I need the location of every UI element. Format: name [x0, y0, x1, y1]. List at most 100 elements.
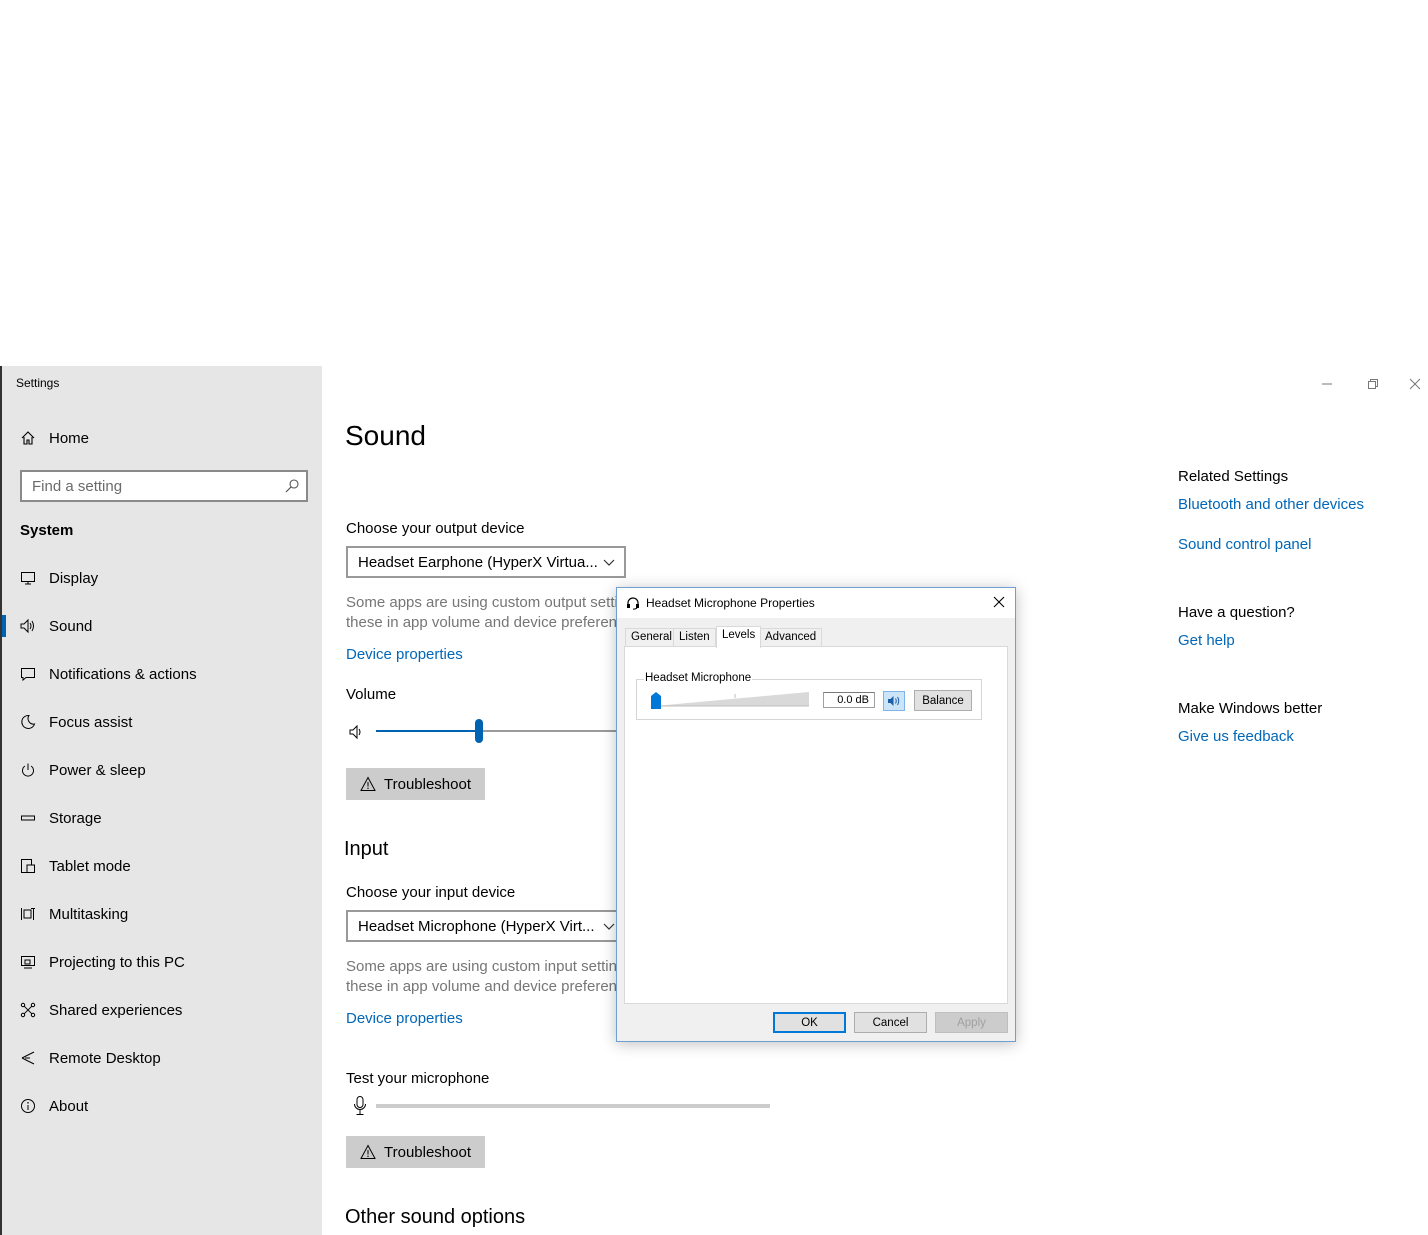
sidebar-item-notifications[interactable]: Notifications & actions [2, 654, 322, 694]
volume-speaker-icon[interactable] [348, 724, 366, 740]
output-device-label: Choose your output device [346, 520, 525, 537]
sidebar-item-label: Projecting to this PC [49, 953, 185, 971]
test-microphone-label: Test your microphone [346, 1070, 490, 1087]
home-icon [18, 428, 38, 448]
other-sound-options-heading: Other sound options [345, 1206, 526, 1228]
headset-icon [626, 596, 640, 610]
search-icon[interactable] [284, 478, 300, 494]
sidebar-item-label: Power & sleep [49, 761, 146, 779]
question-heading: Have a question? [1178, 604, 1295, 621]
sidebar-item-label: Shared experiences [49, 1001, 183, 1019]
selection-indicator [2, 615, 6, 637]
balance-button[interactable]: Balance [914, 690, 972, 711]
sidebar-item-label: Storage [49, 809, 102, 827]
volume-label: Volume [346, 686, 397, 703]
output-troubleshoot-button[interactable]: Troubleshoot [346, 768, 485, 800]
speaker-icon [18, 616, 38, 636]
microphone-icon [352, 1095, 368, 1117]
sidebar-item-multitasking[interactable]: Multitasking [2, 894, 322, 934]
sidebar-item-sound[interactable]: Sound [2, 606, 322, 646]
sidebar-item-label: About [49, 1097, 89, 1115]
sidebar-item-display[interactable]: Display [2, 558, 322, 598]
storage-icon [18, 808, 38, 828]
power-icon [18, 760, 38, 780]
shared-icon [18, 1000, 38, 1020]
related-settings-heading: Related Settings [1178, 468, 1289, 485]
sidebar: Settings Home System Display Sou [0, 366, 322, 1235]
tab-advanced[interactable]: Advanced [759, 628, 823, 647]
sidebar-item-focus-assist[interactable]: Focus assist [2, 702, 322, 742]
sidebar-item-about[interactable]: About [2, 1086, 322, 1126]
notification-icon [18, 664, 38, 684]
sidebar-item-remote-desktop[interactable]: Remote Desktop [2, 1038, 322, 1078]
tab-levels[interactable]: Levels [716, 626, 762, 648]
level-ramp [655, 692, 809, 707]
input-troubleshoot-button[interactable]: Troubleshoot [346, 1136, 485, 1168]
display-icon [18, 568, 38, 588]
sidebar-item-label: Remote Desktop [49, 1049, 161, 1067]
warning-icon [360, 776, 376, 791]
input-device-label: Choose your input device [346, 884, 516, 901]
group-label: Headset Microphone [644, 672, 753, 684]
info-icon [18, 1096, 38, 1116]
speaker-icon [888, 696, 900, 706]
get-help-link[interactable]: Get help [1178, 632, 1235, 649]
page-title: Sound [345, 420, 426, 451]
make-windows-better-heading: Make Windows better [1178, 700, 1323, 717]
dialog-title: Headset Microphone Properties [646, 596, 815, 610]
sidebar-item-label: Tablet mode [49, 857, 131, 875]
sound-control-panel-link[interactable]: Sound control panel [1178, 536, 1311, 553]
level-slider-thumb[interactable] [651, 692, 661, 709]
volume-slider-thumb[interactable] [475, 719, 483, 743]
input-device-properties-link[interactable]: Device properties [346, 1010, 463, 1027]
remote-desktop-icon [18, 1048, 38, 1068]
input-heading: Input [344, 838, 389, 860]
give-feedback-link[interactable]: Give us feedback [1178, 728, 1294, 745]
sidebar-item-label: Focus assist [49, 713, 133, 731]
chevron-down-icon [602, 556, 616, 568]
properties-dialog: Headset Microphone Properties General Li… [616, 587, 1016, 1042]
search-input[interactable] [22, 472, 272, 500]
cancel-button[interactable]: Cancel [854, 1012, 927, 1033]
dialog-titlebar[interactable]: Headset Microphone Properties [617, 588, 1015, 618]
warning-icon [360, 1144, 376, 1159]
multitasking-icon [18, 904, 38, 924]
tablet-icon [18, 856, 38, 876]
troubleshoot-label: Troubleshoot [384, 775, 471, 793]
volume-slider-fill [376, 730, 479, 732]
sidebar-item-projecting[interactable]: Projecting to this PC [2, 942, 322, 982]
sidebar-item-tablet-mode[interactable]: Tablet mode [2, 846, 322, 886]
mute-toggle-button[interactable] [883, 691, 905, 711]
input-device-dropdown[interactable]: Headset Microphone (HyperX Virt... [346, 910, 626, 942]
levels-panel: Headset Microphone 0.0 dB Balance [624, 646, 1008, 1004]
dialog-close-icon[interactable] [991, 594, 1007, 610]
sidebar-item-storage[interactable]: Storage [2, 798, 322, 838]
sidebar-item-home[interactable]: Home [2, 418, 322, 458]
section-label-system: System [20, 522, 74, 539]
input-device-value: Headset Microphone (HyperX Virt... [358, 917, 595, 935]
tab-listen[interactable]: Listen [673, 628, 716, 647]
ok-button[interactable]: OK [773, 1012, 846, 1033]
output-device-properties-link[interactable]: Device properties [346, 646, 463, 663]
output-device-dropdown[interactable]: Headset Earphone (HyperX Virtua... [346, 546, 626, 578]
microphone-level-meter [376, 1104, 770, 1108]
sidebar-item-label: Sound [49, 617, 93, 635]
sidebar-item-shared-experiences[interactable]: Shared experiences [2, 990, 322, 1030]
apply-button[interactable]: Apply [935, 1012, 1008, 1033]
chevron-down-icon [602, 920, 616, 932]
sidebar-item-label: Display [49, 569, 99, 587]
moon-icon [18, 712, 38, 732]
sidebar-item-label: Notifications & actions [49, 665, 197, 683]
microphone-level-group: Headset Microphone 0.0 dB Balance [636, 672, 982, 720]
bluetooth-devices-link[interactable]: Bluetooth and other devices [1178, 496, 1364, 513]
app-title: Settings [16, 376, 60, 390]
projecting-icon [18, 952, 38, 972]
sidebar-item-label: Home [49, 429, 90, 447]
sidebar-item-power-sleep[interactable]: Power & sleep [2, 750, 322, 790]
microphone-level-slider[interactable] [651, 688, 811, 710]
search-box[interactable] [20, 470, 308, 502]
tab-general[interactable]: General [625, 628, 678, 647]
level-db-field[interactable]: 0.0 dB [823, 692, 875, 708]
sidebar-item-label: Multitasking [49, 905, 129, 923]
output-device-value: Headset Earphone (HyperX Virtua... [358, 553, 598, 571]
